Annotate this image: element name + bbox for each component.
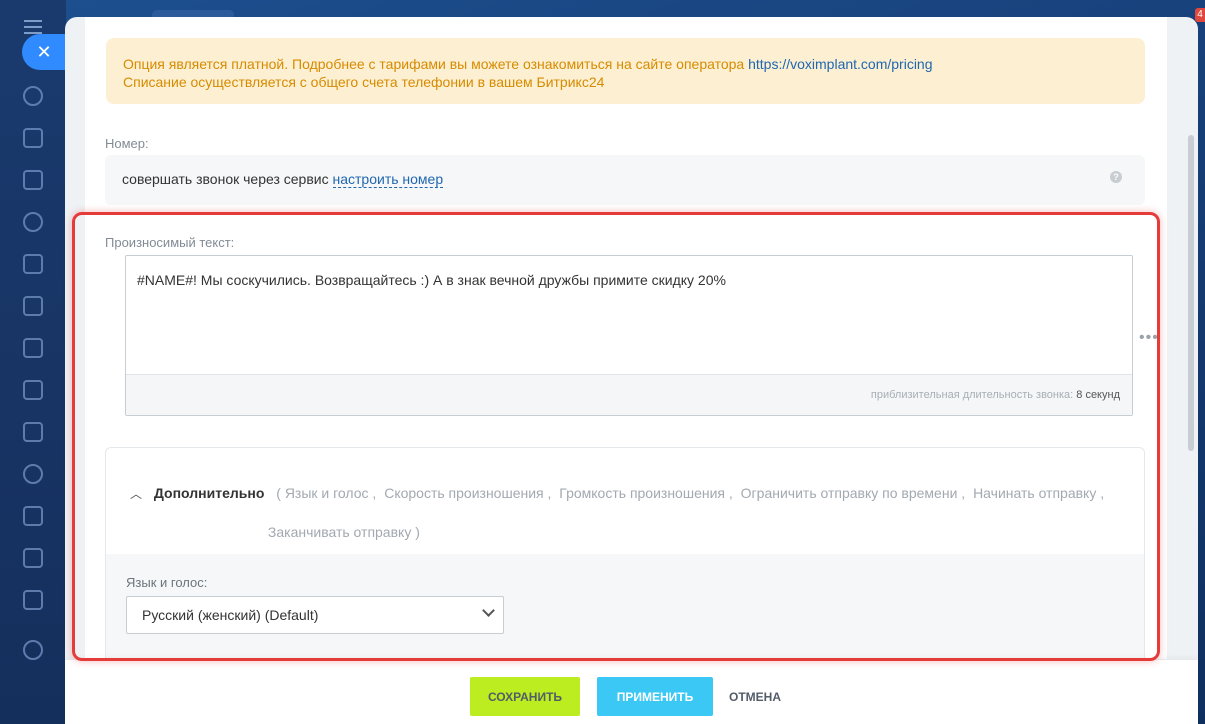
additional-item[interactable]: Начинать отправку , (973, 485, 1104, 501)
notice-line1: Опция является платной. Подробнее с тари… (123, 56, 745, 72)
left-sidebar (0, 0, 66, 724)
store-icon[interactable] (23, 590, 43, 610)
feed-icon[interactable] (23, 86, 43, 106)
voice-select[interactable]: Русский (женский) (Default) (126, 596, 504, 634)
speech-text-input[interactable]: #NAME#! Мы соскучились. Возвращайтесь :)… (125, 255, 1133, 416)
additional-item[interactable]: Скорость произношения , (384, 485, 551, 501)
duration-bar: приблизительная длительность звонка: 8 с… (126, 374, 1132, 415)
document-icon[interactable] (23, 170, 43, 190)
duration-value: 8 секунд (1076, 389, 1120, 401)
speech-text-value[interactable]: #NAME#! Мы соскучились. Возвращайтесь :)… (137, 272, 726, 288)
file-icon[interactable] (23, 296, 43, 316)
close-slider-button[interactable]: ✕ (22, 34, 70, 70)
close-icon: ✕ (36, 42, 52, 62)
chevron-down-icon (482, 604, 495, 617)
configure-number-link[interactable]: настроить номер (332, 171, 444, 188)
number-text: совершать звонок через сервис (122, 171, 329, 187)
speech-label: Произносимый текст: (105, 235, 235, 250)
help-icon[interactable]: ? (1110, 171, 1122, 183)
chevron-up-icon[interactable]: ︿ (130, 487, 142, 501)
cancel-button[interactable]: ОТМЕНА (723, 677, 787, 716)
card-icon[interactable] (23, 380, 43, 400)
additional-item[interactable]: Заканчивать отправку ) (268, 524, 420, 540)
users-icon[interactable] (23, 464, 43, 484)
duration-label: приблизительная длительность звонка: (870, 389, 1074, 401)
slider-panel: Опция является платной. Подробнее с тари… (65, 17, 1198, 724)
tasks-icon[interactable] (23, 506, 43, 526)
additional-header[interactable]: ︿ Дополнительно ( Язык и голос , Скорост… (130, 474, 1130, 551)
number-label: Номер: (105, 136, 149, 151)
board-icon[interactable] (23, 338, 43, 358)
settings-icon[interactable] (23, 640, 43, 660)
calendar-icon[interactable] (23, 254, 43, 274)
more-options-icon[interactable]: ••• (1139, 329, 1159, 347)
number-row: совершать звонок через сервис настроить … (105, 155, 1145, 205)
additional-title[interactable]: Дополнительно (154, 485, 264, 501)
additional-item[interactable]: Громкость произношения , (559, 485, 733, 501)
schedule-icon[interactable] (23, 548, 43, 568)
pricing-link[interactable]: https://voximplant.com/pricing (748, 56, 932, 72)
menu-icon[interactable] (24, 20, 42, 34)
chat-icon[interactable] (23, 128, 43, 148)
additional-item[interactable]: Ограничить отправку по времени , (741, 485, 966, 501)
crm-icon[interactable] (23, 212, 43, 232)
apply-button[interactable]: ПРИМЕНИТЬ (597, 677, 713, 716)
footer-actions: СОХРАНИТЬ ПРИМЕНИТЬ ОТМЕНА (65, 660, 1198, 724)
additional-section: ︿ Дополнительно ( Язык и голос , Скорост… (105, 447, 1145, 659)
scrollbar[interactable] (1188, 135, 1194, 451)
additional-item[interactable]: ( Язык и голос , (276, 485, 376, 501)
save-button[interactable]: СОХРАНИТЬ (470, 677, 580, 716)
voice-select-value: Русский (женский) (Default) (142, 607, 319, 623)
voice-settings: Язык и голос: Русский (женский) (Default… (106, 554, 1144, 658)
voice-label: Язык и голос: (126, 575, 208, 590)
notice-line2: Списание осуществляется с общего счета т… (123, 74, 605, 90)
paid-option-notice: Опция является платной. Подробнее с тари… (106, 38, 1145, 104)
notification-badge: 4 (1195, 8, 1205, 22)
mail-icon[interactable] (23, 422, 43, 442)
